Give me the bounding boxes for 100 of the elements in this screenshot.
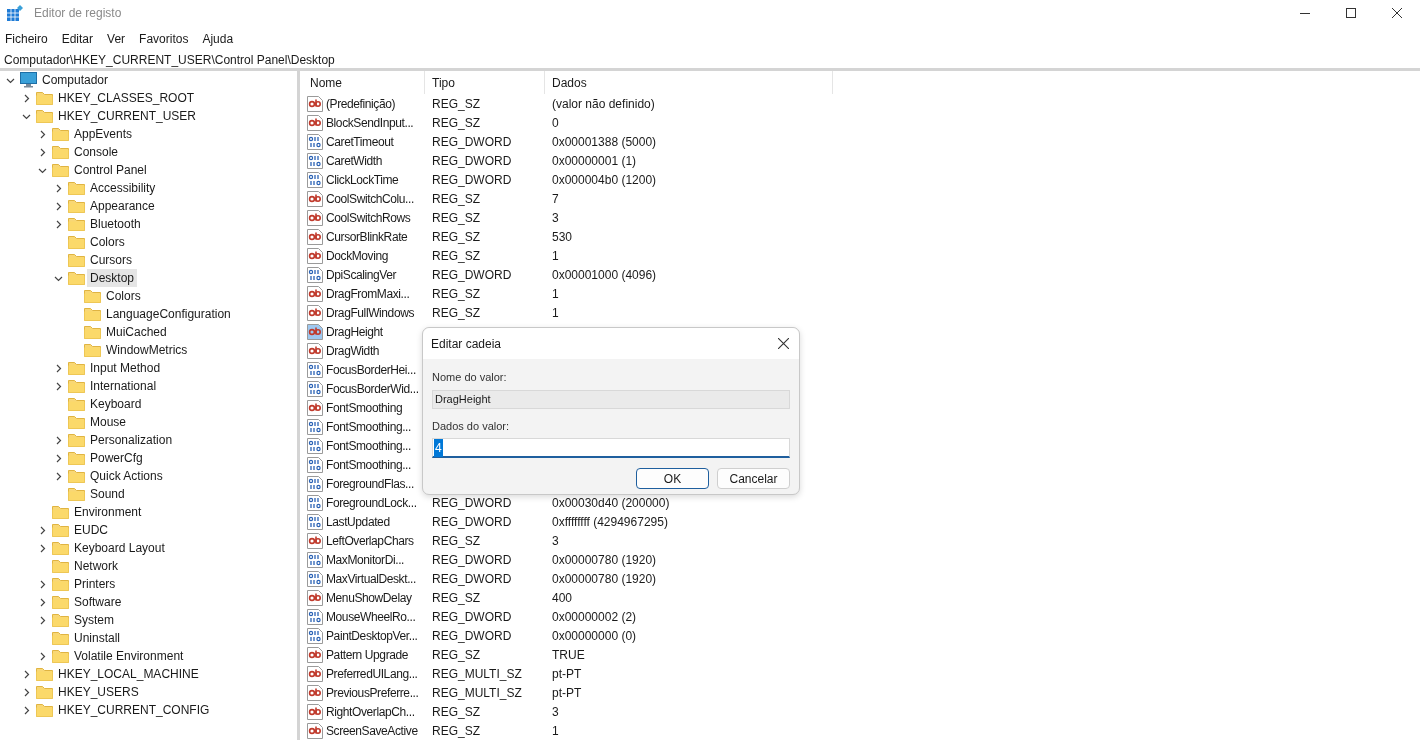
tree-item[interactable]: Input Method xyxy=(87,359,164,377)
folder-icon xyxy=(84,289,101,303)
folder-icon xyxy=(52,505,69,519)
value-name[interactable]: ForegroundFlas... xyxy=(326,474,414,493)
column-header[interactable]: Nome xyxy=(300,71,425,94)
menu-item[interactable]: Ver xyxy=(107,29,126,48)
tree-item[interactable]: Bluetooth xyxy=(87,215,144,233)
value-name[interactable]: Pattern Upgrade xyxy=(326,645,409,664)
value-name-field[interactable]: DragHeight xyxy=(432,389,790,409)
value-name[interactable]: MouseWheelRo... xyxy=(326,607,416,626)
tree-item[interactable]: Personalization xyxy=(87,431,176,449)
value-name[interactable]: FocusBorderHei... xyxy=(326,360,416,379)
folder-icon xyxy=(36,703,53,717)
menu-item[interactable]: Ficheiro xyxy=(5,29,48,48)
value-name[interactable]: MaxMonitorDi... xyxy=(326,550,405,569)
tree-item[interactable]: HKEY_LOCAL_MACHINE xyxy=(55,665,202,683)
value-name[interactable]: PaintDesktopVer... xyxy=(326,626,418,645)
tree-item[interactable]: System xyxy=(71,611,117,629)
tree-item[interactable]: HKEY_CURRENT_USER xyxy=(55,107,200,125)
value-name[interactable]: MenuShowDelay xyxy=(326,588,412,607)
tree-item[interactable]: PowerCfg xyxy=(87,449,146,467)
folder-icon xyxy=(52,631,69,645)
value-name[interactable]: DragFullWindows xyxy=(326,303,415,322)
tree-item[interactable]: Sound xyxy=(87,485,128,503)
value-type: REG_DWORD xyxy=(432,153,512,168)
folder-icon xyxy=(52,163,69,177)
tree-item[interactable]: International xyxy=(87,377,160,395)
tree-item[interactable]: Mouse xyxy=(87,413,130,431)
folder-icon xyxy=(52,127,69,141)
dialog-button[interactable]: OK xyxy=(636,468,709,489)
value-data-field[interactable]: 4 xyxy=(432,438,790,458)
value-name[interactable]: CoolSwitchColu... xyxy=(326,189,414,208)
tree-item[interactable]: AppEvents xyxy=(71,125,136,143)
value-name[interactable]: ClickLockTime xyxy=(326,170,399,189)
chevron-right-icon[interactable] xyxy=(22,93,31,103)
tree-item[interactable]: WindowMetrics xyxy=(103,341,191,359)
tree-item[interactable]: Accessibility xyxy=(87,179,159,197)
tree-item[interactable]: Appearance xyxy=(87,197,158,215)
value-name[interactable]: (Predefinição) xyxy=(326,94,396,113)
value-name[interactable]: FontSmoothing... xyxy=(326,455,411,474)
value-type: REG_DWORD xyxy=(432,571,512,586)
tree-item[interactable]: Keyboard xyxy=(87,395,145,413)
value-name[interactable]: DragWidth xyxy=(326,341,380,360)
value-name[interactable]: LastUpdated xyxy=(326,512,390,531)
tree-item[interactable]: Computador xyxy=(39,71,112,89)
tree-item[interactable]: EUDC xyxy=(71,521,111,539)
value-data: pt-PT xyxy=(552,666,582,681)
tree-item[interactable]: Control Panel xyxy=(71,161,150,179)
value-name[interactable]: FontSmoothing... xyxy=(326,436,411,455)
value-name[interactable]: PreviousPreferre... xyxy=(326,683,419,702)
folder-icon xyxy=(36,667,53,681)
value-name[interactable]: LeftOverlapChars xyxy=(326,531,414,550)
value-name[interactable]: CaretWidth xyxy=(326,151,383,170)
maximize-icon xyxy=(1346,8,1356,18)
tree-item[interactable]: Network xyxy=(71,557,121,575)
tree-item[interactable]: LanguageConfiguration xyxy=(103,305,234,323)
value-name[interactable]: ForegroundLock... xyxy=(326,493,417,512)
folder-icon xyxy=(36,685,53,699)
tree-item[interactable]: MuiCached xyxy=(103,323,170,341)
address-bar[interactable]: Computador\HKEY_CURRENT_USER\Control Panel\Desktop xyxy=(0,51,1420,71)
value-name[interactable]: FontSmoothing xyxy=(326,398,403,417)
tree-item[interactable]: Cursors xyxy=(87,251,135,269)
value-name[interactable]: PreferredUILang... xyxy=(326,664,418,683)
value-name[interactable]: FontSmoothing... xyxy=(326,417,411,436)
tree-item[interactable]: Volatile Environment xyxy=(71,647,187,665)
value-name[interactable]: DragHeight xyxy=(326,322,383,341)
dialog-button[interactable]: Cancelar xyxy=(717,468,790,489)
value-name[interactable]: DockMoving xyxy=(326,246,389,265)
folder-icon xyxy=(68,451,85,465)
tree-item[interactable]: Colors xyxy=(87,233,128,251)
tree-item[interactable]: Desktop xyxy=(87,269,138,287)
value-name[interactable]: CursorBlinkRate xyxy=(326,227,408,246)
menu-item[interactable]: Ajuda xyxy=(202,29,234,48)
tree-item[interactable]: Uninstall xyxy=(71,629,124,647)
value-name[interactable]: MaxVirtualDeskt... xyxy=(326,569,416,588)
value-name[interactable]: RightOverlapCh... xyxy=(326,702,415,721)
tree-item[interactable]: Colors xyxy=(103,287,144,305)
value-name[interactable]: DragFromMaxi... xyxy=(326,284,410,303)
menu-item[interactable]: Editar xyxy=(61,29,94,48)
tree-item[interactable]: Quick Actions xyxy=(87,467,166,485)
value-name[interactable]: FocusBorderWid... xyxy=(326,379,419,398)
folder-icon xyxy=(36,91,53,105)
tree-item[interactable]: HKEY_USERS xyxy=(55,683,142,701)
value-name[interactable]: BlockSendInput... xyxy=(326,113,414,132)
column-header[interactable]: Tipo xyxy=(425,71,545,94)
menu-item[interactable]: Favoritos xyxy=(139,29,189,48)
tree-item[interactable]: Environment xyxy=(71,503,145,521)
tree-item[interactable]: Console xyxy=(71,143,122,161)
value-type: REG_SZ xyxy=(432,286,480,301)
value-type: REG_SZ xyxy=(432,647,480,662)
tree-item[interactable]: Keyboard Layout xyxy=(71,539,168,557)
value-name[interactable]: CaretTimeout xyxy=(326,132,394,151)
tree-item[interactable]: Printers xyxy=(71,575,119,593)
value-name[interactable]: DpiScalingVer xyxy=(326,265,397,284)
value-name[interactable]: CoolSwitchRows xyxy=(326,208,411,227)
tree-item[interactable]: HKEY_CURRENT_CONFIG xyxy=(55,701,213,719)
column-header[interactable]: Dados xyxy=(545,71,833,94)
value-name[interactable]: ScreenSaveActive xyxy=(326,721,418,740)
tree-item[interactable]: HKEY_CLASSES_ROOT xyxy=(55,89,198,107)
tree-item[interactable]: Software xyxy=(71,593,125,611)
